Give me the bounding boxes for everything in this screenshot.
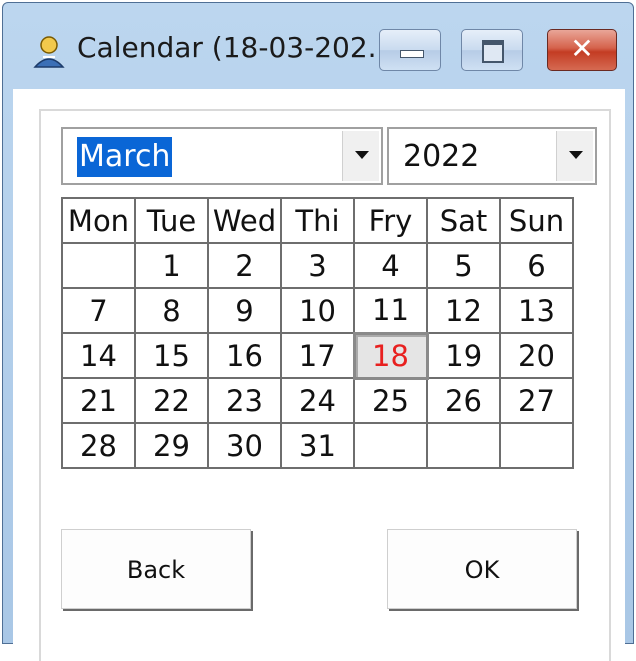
close-button[interactable]: ✕ [547,29,617,71]
ok-button[interactable]: OK [387,529,577,609]
day-cell[interactable] [61,242,136,289]
weekday-header: Fry [353,197,428,244]
day-cell[interactable]: 10 [280,287,355,334]
back-button[interactable]: Back [61,529,251,609]
day-cell[interactable]: 5 [426,242,501,289]
day-cell[interactable]: 22 [134,377,209,424]
day-cell[interactable]: 17 [280,332,355,379]
calendar-window: Calendar (18-03-202... ✕ March 2022 Mon … [2,2,634,661]
day-cell[interactable]: 30 [207,422,282,469]
chevron-down-icon [355,151,369,159]
year-dropdown-button[interactable] [556,131,593,181]
week-row: 21 22 23 24 25 26 27 [61,377,574,424]
day-cell[interactable]: 1 [134,242,209,289]
day-cell[interactable]: 12 [426,287,501,334]
window-title: Calendar (18-03-202... [77,31,395,64]
day-cell[interactable] [426,422,501,469]
month-dropdown-button[interactable] [342,131,379,181]
weekday-header: Wed [207,197,282,244]
week-row: 28 29 30 31 [61,422,574,469]
weekday-header: Mon [61,197,136,244]
day-cell[interactable]: 19 [426,332,501,379]
selected-day-cell[interactable]: 18 [352,331,429,380]
user-light-icon [29,33,69,73]
day-cell[interactable]: 8 [134,287,209,334]
weekday-header: Sun [499,197,574,244]
minimize-button[interactable] [379,29,441,71]
weekday-header: Tue [134,197,209,244]
day-cell[interactable]: 31 [280,422,355,469]
week-row: 7 8 9 10 11 12 13 [61,287,574,334]
day-cell[interactable]: 6 [499,242,574,289]
day-cell[interactable]: 26 [426,377,501,424]
day-cell[interactable]: 27 [499,377,574,424]
day-cell[interactable]: 23 [207,377,282,424]
week-row: 1 2 3 4 5 6 [61,242,574,289]
week-row: 14 15 16 17 18 19 20 [61,331,574,380]
calendar-grid: Mon Tue Wed Thi Fry Sat Sun 1 2 3 4 5 6 … [61,197,574,469]
day-cell[interactable]: 14 [61,332,136,379]
day-cell[interactable]: 24 [280,377,355,424]
weekday-header-row: Mon Tue Wed Thi Fry Sat Sun [61,197,574,244]
day-cell[interactable]: 7 [61,287,136,334]
day-cell[interactable]: 11 [353,287,428,334]
day-cell[interactable]: 29 [134,422,209,469]
month-select[interactable]: March [61,127,383,185]
minimize-icon [400,50,424,58]
day-cell[interactable]: 25 [353,377,428,424]
client-area: March 2022 Mon Tue Wed Thi Fry Sat Sun 1… [13,89,625,661]
year-select[interactable]: 2022 [387,127,597,185]
weekday-header: Thi [280,197,355,244]
day-cell[interactable]: 21 [61,377,136,424]
day-cell[interactable] [353,422,428,469]
day-cell[interactable]: 15 [134,332,209,379]
day-cell[interactable] [499,422,574,469]
day-cell[interactable]: 9 [207,287,282,334]
day-cell[interactable]: 28 [61,422,136,469]
weekday-header: Sat [426,197,501,244]
day-cell[interactable]: 2 [207,242,282,289]
month-value: March [77,137,173,177]
day-cell[interactable]: 13 [499,287,574,334]
title-bar[interactable]: Calendar (18-03-202... ✕ [3,3,633,89]
day-cell[interactable]: 16 [207,332,282,379]
day-cell[interactable]: 4 [353,242,428,289]
day-cell[interactable]: 20 [499,332,574,379]
maximize-icon [482,40,504,63]
maximize-button[interactable] [461,29,523,71]
day-cell[interactable]: 3 [280,242,355,289]
chevron-down-icon [569,151,583,159]
close-icon: ✕ [570,32,594,65]
year-value: 2022 [403,139,480,174]
